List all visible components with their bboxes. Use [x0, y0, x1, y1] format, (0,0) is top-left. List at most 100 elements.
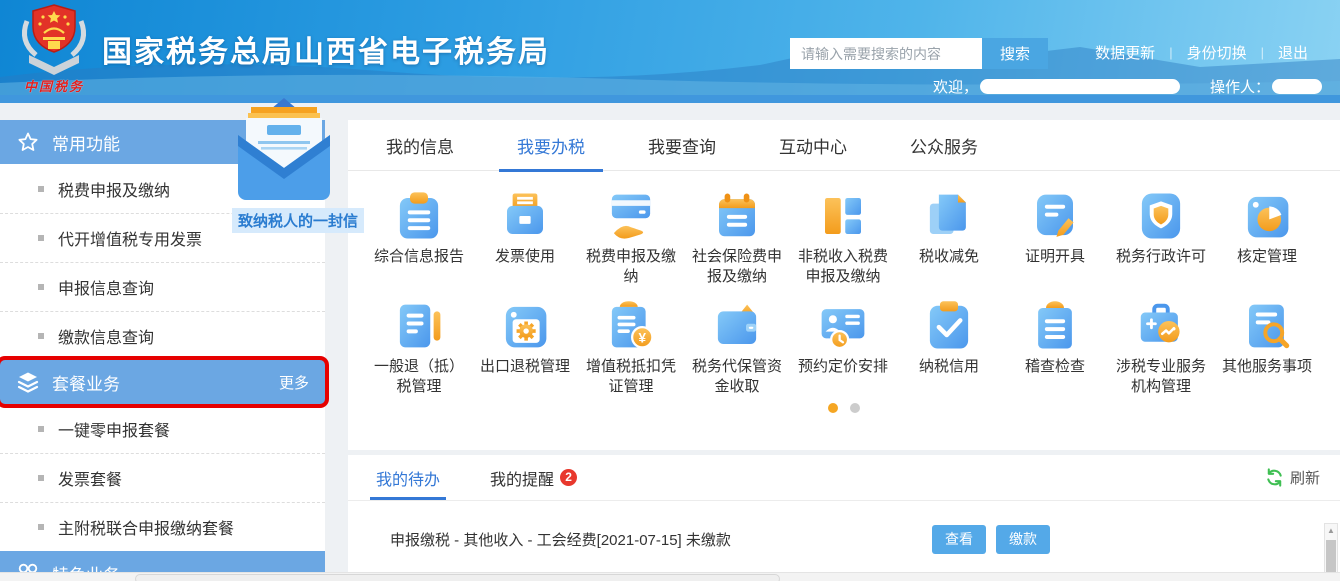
refresh-label: 刷新	[1289, 470, 1320, 487]
logo-caption: 中国税务	[23, 79, 84, 94]
sidebar-section-title: 套餐业务	[52, 374, 120, 394]
refresh-button[interactable]: 刷新	[1265, 467, 1320, 488]
service-tile[interactable]: 核定管理	[1214, 181, 1320, 287]
todo-tab-bar: 我的待办 我的提醒 2 刷新	[348, 455, 1340, 501]
todo-tab-label: 我的待办	[376, 471, 441, 489]
header-link-2[interactable]: 退出	[1264, 42, 1322, 63]
sidebar-item[interactable]: 缴款信息查询	[0, 311, 325, 360]
service-tile[interactable]: 税收减免	[896, 181, 1002, 287]
service-tile[interactable]: 非税收入税费申报及缴纳	[790, 181, 896, 287]
documents-icon	[922, 189, 976, 243]
national-emblem-icon	[22, 4, 86, 75]
header-links: 数据更新 | 身份切换 | 退出	[1081, 42, 1322, 63]
refresh-icon	[1267, 468, 1282, 487]
todo-action-button-1[interactable]: 缴款	[996, 524, 1050, 554]
service-tile[interactable]: 一般退（抵）税管理	[366, 291, 472, 397]
main-tab-2[interactable]: 我要查询	[638, 120, 726, 170]
letter-to-taxpayer[interactable]: 致纳税人的一封信	[232, 98, 365, 233]
service-tile[interactable]: 证明开具	[1002, 181, 1108, 287]
clipboard-yen-icon: ¥	[604, 299, 658, 353]
pie-window-icon	[1240, 189, 1294, 243]
service-label: 增值税抵扣凭证管理	[585, 358, 676, 395]
service-tile[interactable]: ¥ 增值税抵扣凭证管理	[578, 291, 684, 397]
service-tile[interactable]: 出口退税管理	[472, 291, 578, 397]
layers-icon	[16, 370, 40, 394]
sidebar-item-label: 税费申报及缴纳	[58, 182, 171, 200]
clipboard-check-icon	[922, 299, 976, 353]
horizontal-scroll-thumb[interactable]	[135, 574, 780, 581]
sidebar-item-label: 发票套餐	[58, 472, 123, 489]
service-tile[interactable]: 纳税信用	[896, 291, 1002, 397]
envelope-caption[interactable]: 致纳税人的一封信	[232, 208, 365, 233]
main-tab-0[interactable]: 我的信息	[376, 120, 464, 170]
horizontal-scrollbar[interactable]	[0, 572, 1340, 581]
todo-list: 申报缴税 - 其他收入 - 工会经费[2021-07-15] 未缴款 查看 缴款	[348, 509, 1340, 569]
carousel-dot-0[interactable]	[828, 403, 838, 413]
site-title: 国家税务总局山西省电子税务局	[102, 36, 550, 69]
service-tile[interactable]: 其他服务事项	[1214, 291, 1320, 397]
search-button[interactable]: 搜索	[982, 38, 1048, 69]
todo-tab-1[interactable]: 我的提醒 2	[490, 455, 578, 500]
sidebar-item-label: 申报信息查询	[58, 281, 155, 298]
service-label: 预约定价安排	[797, 358, 888, 375]
svg-text:¥: ¥	[638, 330, 646, 345]
service-label: 核定管理	[1236, 248, 1297, 265]
sidebar-section-header-1[interactable]: 套餐业务 更多	[0, 360, 325, 404]
envelope-icon	[238, 98, 330, 200]
service-tile[interactable]: 社会保险费申报及缴纳	[684, 181, 790, 287]
header-divider	[0, 95, 1340, 103]
service-tile[interactable]: 税费申报及缴纳	[578, 181, 684, 287]
operator-name-redacted	[1272, 79, 1322, 94]
service-tile[interactable]: 稽查检查	[1002, 291, 1108, 397]
todo-actions: 查看 缴款	[932, 524, 1300, 554]
service-tile[interactable]: 税务代保管资金收取	[684, 291, 790, 397]
sidebar-item[interactable]: 一键零申报套餐	[0, 404, 325, 453]
todo-item-text: 申报缴税 - 其他收入 - 工会经费[2021-07-15] 未缴款	[390, 531, 731, 549]
service-tile[interactable]: 综合信息报告	[366, 181, 472, 287]
idcard-clock-icon	[816, 299, 870, 353]
service-label: 纳税信用	[918, 358, 979, 375]
service-tile[interactable]: 发票使用	[472, 181, 578, 287]
service-label: 税务代保管资金收取	[691, 358, 782, 395]
service-label: 综合信息报告	[373, 248, 464, 265]
carousel-dots	[348, 403, 1340, 413]
todo-tab-label: 我的提醒	[490, 471, 555, 489]
scroll-up-arrow[interactable]: ▲	[1325, 524, 1337, 538]
service-label: 税务行政许可	[1115, 248, 1206, 265]
service-label: 税收减免	[918, 248, 979, 265]
header-link-separator: |	[1169, 45, 1173, 60]
doc-magnifier-icon	[1240, 299, 1294, 353]
todo-action-button-0[interactable]: 查看	[932, 524, 986, 554]
welcome-label: 欢迎，	[932, 79, 978, 95]
header-link-0[interactable]: 数据更新	[1081, 42, 1169, 63]
carousel-dot-1[interactable]	[850, 403, 860, 413]
star-icon	[16, 130, 40, 154]
sidebar-item[interactable]: 发票套餐	[0, 453, 325, 502]
shield-icon	[1134, 189, 1188, 243]
main-tab-4[interactable]: 公众服务	[900, 120, 988, 170]
main-tab-1[interactable]: 我要办税	[499, 120, 603, 172]
briefcase-chart-icon	[1134, 299, 1188, 353]
clipboard-lines-icon	[392, 189, 446, 243]
search-input[interactable]	[790, 38, 982, 69]
service-tile[interactable]: 税务行政许可	[1108, 181, 1214, 287]
service-label: 社会保险费申报及缴纳	[691, 248, 782, 285]
sidebar-more-link[interactable]: 更多	[279, 372, 309, 393]
header-user-row: 欢迎， 操作人：	[933, 76, 1322, 95]
service-tile[interactable]: 预约定价安排	[790, 291, 896, 397]
bullet-icon	[38, 524, 44, 530]
sidebar-item[interactable]: 申报信息查询	[0, 262, 325, 311]
printer-icon	[498, 189, 552, 243]
sidebar-item-label: 缴款信息查询	[58, 330, 155, 347]
service-tile[interactable]: 涉税专业服务机构管理	[1108, 291, 1214, 397]
sidebar-item-label: 代开增值税专用发票	[58, 232, 203, 249]
sidebar-item[interactable]: 主附税联合申报缴纳套餐	[0, 502, 325, 551]
service-label: 非税收入税费申报及缴纳	[797, 248, 888, 285]
user-name-redacted	[979, 79, 1180, 94]
main-tab-3[interactable]: 互动中心	[769, 120, 857, 170]
sidebar-item-label: 一键零申报套餐	[58, 422, 171, 440]
reminder-count-badge: 2	[560, 469, 578, 486]
header-link-1[interactable]: 身份切换	[1173, 42, 1261, 63]
main-panel: 我的信息 我要办税 我要查询 互动中心 公众服务 综合信息报告 发票使用 税费申报及缴纳 社会…	[348, 120, 1340, 450]
todo-tab-0[interactable]: 我的待办	[369, 455, 447, 500]
